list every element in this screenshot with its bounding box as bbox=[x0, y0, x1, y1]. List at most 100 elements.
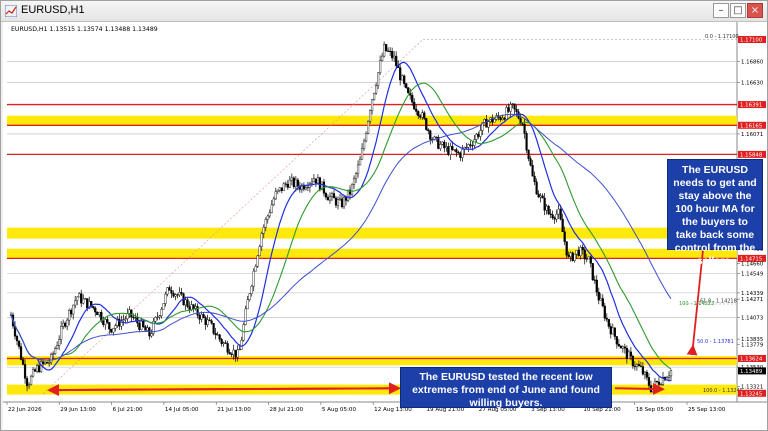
candle-body bbox=[328, 196, 332, 201]
price-scale-label: 1.14660 bbox=[741, 261, 764, 267]
time-scale-label: 18 Sep 05:00 bbox=[636, 407, 674, 413]
candle-body bbox=[383, 44, 386, 57]
candle-body bbox=[35, 365, 39, 372]
candle-body bbox=[278, 187, 281, 191]
candle-body bbox=[262, 226, 265, 234]
candle-body bbox=[531, 165, 534, 177]
candle-body bbox=[170, 290, 173, 294]
candle-body bbox=[330, 193, 334, 197]
candle-body bbox=[611, 327, 614, 335]
candle-body bbox=[511, 103, 514, 105]
candle-body bbox=[557, 208, 560, 215]
candle-body bbox=[282, 183, 285, 191]
candle-body bbox=[573, 253, 576, 261]
candle-body bbox=[286, 184, 289, 188]
candle-body bbox=[252, 270, 255, 287]
candle-body bbox=[655, 380, 659, 383]
candle-body bbox=[232, 349, 235, 355]
candle-body bbox=[178, 292, 181, 296]
price-chart[interactable]: EURUSD,H1 1.13515 1.13574 1.13488 1.1348… bbox=[3, 22, 767, 430]
candle-body bbox=[150, 333, 153, 337]
candle-body bbox=[615, 336, 618, 345]
candle-body bbox=[344, 197, 348, 201]
candle-body bbox=[138, 322, 141, 330]
candle-body bbox=[627, 351, 630, 359]
candle-body bbox=[346, 189, 350, 201]
candle-body bbox=[352, 178, 356, 185]
candle-body bbox=[405, 83, 408, 88]
candle-body bbox=[258, 246, 261, 257]
chart-canvas[interactable]: EURUSD,H1 1.13515 1.13574 1.13488 1.1348… bbox=[3, 22, 767, 430]
time-scale-label: 28 Jul 21:00 bbox=[270, 407, 304, 413]
candle-body bbox=[623, 346, 626, 349]
candle-body bbox=[198, 315, 201, 320]
window-title: EURUSD,H1 bbox=[21, 4, 85, 16]
candle-body bbox=[310, 181, 314, 184]
candle-body bbox=[485, 119, 488, 128]
candle-body bbox=[206, 319, 209, 325]
candle-body bbox=[340, 198, 344, 208]
candle-body bbox=[246, 299, 249, 310]
candle-body bbox=[332, 193, 336, 199]
candle-body bbox=[160, 308, 163, 317]
price-scale-label: 1.13321 bbox=[741, 384, 763, 390]
candle-body bbox=[39, 361, 43, 372]
candle-body bbox=[212, 323, 215, 334]
candle-body bbox=[387, 50, 390, 52]
candle-body bbox=[467, 144, 470, 148]
candle-body bbox=[521, 123, 524, 125]
candle-body bbox=[188, 306, 191, 310]
candle-body bbox=[21, 359, 25, 365]
price-scale-label: 1.13245 bbox=[740, 391, 762, 397]
candle-body bbox=[515, 108, 518, 113]
candle-body bbox=[248, 293, 251, 300]
candle-body bbox=[395, 55, 398, 66]
candle-body bbox=[368, 110, 372, 122]
candle-body bbox=[657, 381, 661, 385]
candle-body bbox=[66, 319, 69, 327]
chart-app-icon bbox=[5, 5, 17, 17]
candle-body bbox=[477, 134, 480, 137]
candle-body bbox=[575, 249, 578, 255]
candle-body bbox=[204, 317, 207, 325]
candle-body bbox=[441, 141, 444, 145]
candle-body bbox=[294, 179, 297, 187]
candle-body bbox=[216, 334, 219, 336]
candle-body bbox=[200, 314, 203, 320]
title-bar[interactable]: EURUSD,H1 – □ × bbox=[1, 1, 767, 22]
candle-body bbox=[48, 362, 51, 364]
candle-body bbox=[354, 173, 358, 179]
candle-body bbox=[451, 145, 454, 150]
candle-body bbox=[553, 217, 556, 220]
candle-body bbox=[571, 252, 574, 261]
candle-body bbox=[539, 195, 542, 198]
candle-body bbox=[17, 340, 21, 347]
candle-body bbox=[585, 258, 588, 260]
candle-body bbox=[140, 321, 143, 330]
candle-body bbox=[234, 349, 237, 358]
callout-ma-note: The EURUSD needs to get and stay above t… bbox=[667, 159, 763, 267]
candle-body bbox=[342, 197, 346, 208]
candle-body bbox=[112, 328, 115, 333]
candle-body bbox=[86, 298, 89, 309]
candle-body bbox=[174, 294, 177, 297]
candle-body bbox=[214, 333, 217, 336]
candle-body bbox=[222, 342, 225, 344]
candle-body bbox=[587, 256, 590, 260]
fib-label-top: 0.0 - 1.17100 bbox=[705, 34, 739, 40]
candle-body bbox=[619, 345, 622, 349]
candle-body bbox=[264, 219, 267, 228]
minimize-button[interactable]: – bbox=[713, 3, 729, 18]
price-scale-label: 1.16165 bbox=[740, 123, 762, 129]
candle-body bbox=[415, 108, 418, 112]
close-button[interactable]: × bbox=[747, 3, 763, 18]
candle-body bbox=[124, 318, 127, 320]
candle-body bbox=[82, 298, 85, 304]
candle-body bbox=[74, 300, 77, 306]
support-resistance-zone bbox=[7, 248, 737, 259]
maximize-button[interactable]: □ bbox=[730, 3, 746, 18]
candle-body bbox=[563, 231, 566, 242]
candle-body bbox=[501, 117, 504, 120]
time-scale-label: 25 Sep 13:00 bbox=[688, 407, 726, 413]
time-scale-label: 5 Aug 05:00 bbox=[322, 407, 357, 413]
